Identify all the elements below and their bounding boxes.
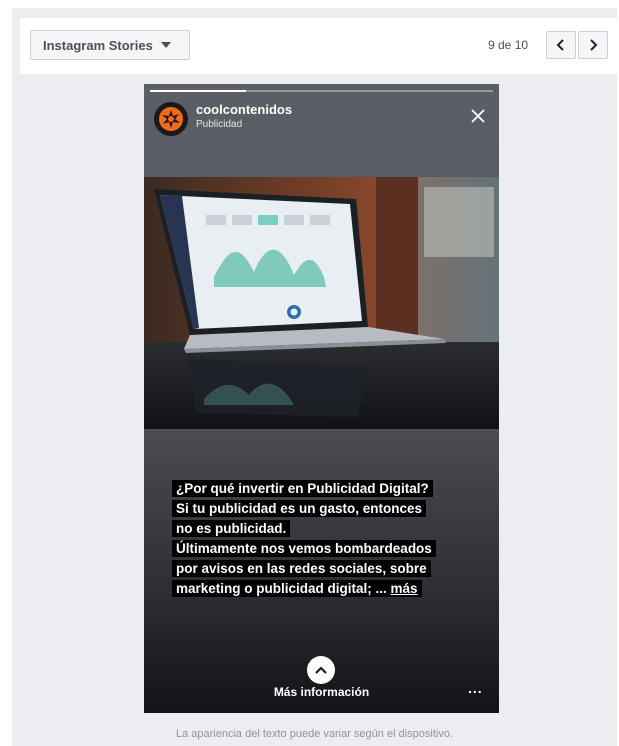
account-avatar[interactable] <box>154 102 188 136</box>
story-progress-bar <box>150 90 493 92</box>
caret-down-icon <box>160 42 171 48</box>
previous-button[interactable] <box>546 31 576 59</box>
chevron-up-icon <box>315 666 327 674</box>
chevron-right-icon <box>590 39 598 51</box>
caption-line: ¿Por qué invertir en Publicidad Digital? <box>172 480 433 497</box>
more-info-label[interactable]: Más información <box>144 685 499 699</box>
preview-toolbar: Instagram Stories 9 de 10 <box>20 18 617 74</box>
story-image <box>144 177 499 429</box>
preview-counter: 9 de 10 <box>488 38 529 52</box>
story-caption: ¿Por qué invertir en Publicidad Digital?… <box>172 479 482 599</box>
story-progress-fill <box>150 90 247 92</box>
caption-line: Si tu publicidad es un gasto, entonces <box>172 500 427 517</box>
close-icon[interactable] <box>468 106 488 126</box>
caption-line: Últimamente nos vemos bombardeados <box>172 540 436 557</box>
caption-more-link[interactable]: más <box>391 581 418 596</box>
placement-dropdown[interactable]: Instagram Stories <box>30 30 190 60</box>
more-info-button[interactable] <box>307 656 335 684</box>
sponsored-label: Publicidad <box>196 119 243 130</box>
chevron-left-icon <box>556 39 564 51</box>
account-name[interactable]: coolcontenidos <box>196 102 292 117</box>
caption-line: por avisos en las redes sociales, sobre <box>172 560 431 577</box>
placement-label: Instagram Stories <box>43 37 153 53</box>
story-preview: coolcontenidos Publicidad ¿Por qué inver… <box>144 84 499 713</box>
caption-line: marketing o publicidad digital; ... más <box>172 580 422 597</box>
appearance-disclaimer: La apariencia del texto puede variar seg… <box>175 728 453 740</box>
brand-logo-icon <box>159 107 183 131</box>
caption-line: no es publicidad. <box>172 520 291 537</box>
options-menu-button[interactable]: ... <box>468 680 483 696</box>
next-button[interactable] <box>578 31 608 59</box>
